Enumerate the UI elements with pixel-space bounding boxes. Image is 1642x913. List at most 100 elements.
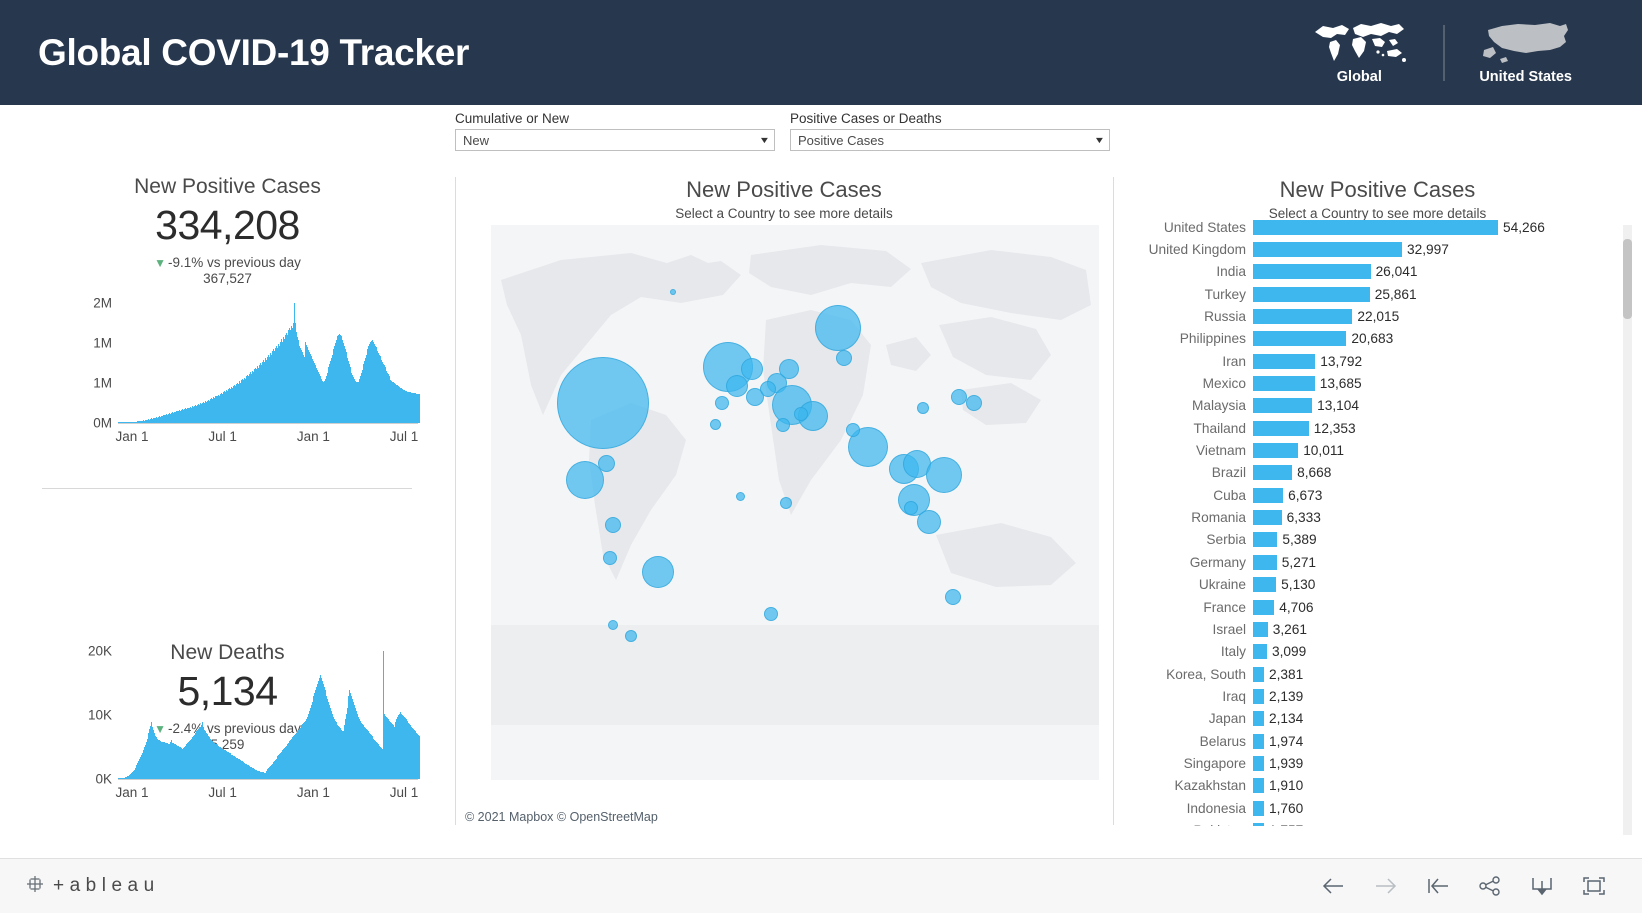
map-bubble[interactable] <box>836 350 852 366</box>
ranking-bar[interactable] <box>1253 600 1274 615</box>
ranking-row[interactable]: Belarus1,974 <box>1133 730 1613 752</box>
filter-select-positive-cases-or-deaths[interactable]: Positive Cases ▼ <box>790 129 1110 151</box>
ranking-row[interactable]: Iran13,792 <box>1133 350 1613 372</box>
ranking-scrollbar[interactable] <box>1623 225 1632 835</box>
ranking-bar[interactable] <box>1253 465 1292 480</box>
ranking-bar[interactable] <box>1253 309 1352 324</box>
ranking-row[interactable]: Pakistan1,757 <box>1133 819 1613 826</box>
map-bubble[interactable] <box>670 289 676 295</box>
ranking-row[interactable]: Indonesia1,760 <box>1133 797 1613 819</box>
ranking-bar[interactable] <box>1253 264 1371 279</box>
ranking-bar[interactable] <box>1253 510 1282 525</box>
ranking-bar[interactable] <box>1253 689 1264 704</box>
ranking-row[interactable]: Singapore1,939 <box>1133 752 1613 774</box>
map-bubble[interactable] <box>760 381 776 397</box>
tableau-logo[interactable]: +ableau <box>24 873 160 900</box>
ranking-row[interactable]: United States54,266 <box>1133 216 1613 238</box>
map-bubble[interactable] <box>794 407 808 421</box>
ranking-row[interactable]: Israel3,261 <box>1133 618 1613 640</box>
map-bubble[interactable] <box>815 305 861 351</box>
map-bubble[interactable] <box>917 402 929 414</box>
back-arrow-icon[interactable] <box>1308 866 1360 906</box>
ranking-row[interactable]: Thailand12,353 <box>1133 417 1613 439</box>
map-bubble[interactable] <box>917 510 941 534</box>
ranking-row[interactable]: India26,041 <box>1133 261 1613 283</box>
map-bubble[interactable] <box>966 395 982 411</box>
ranking-row[interactable]: Vietnam10,011 <box>1133 439 1613 461</box>
ranking-row[interactable]: United Kingdom32,997 <box>1133 238 1613 260</box>
world-bubble-map[interactable] <box>491 225 1099 780</box>
ranking-row[interactable]: Japan2,134 <box>1133 708 1613 730</box>
ranking-bar[interactable] <box>1253 711 1264 726</box>
nav-item-united-states[interactable]: United States <box>1445 20 1606 85</box>
ranking-bar[interactable] <box>1253 354 1315 369</box>
revert-icon[interactable] <box>1412 866 1464 906</box>
ranking-row[interactable]: Kazakhstan1,910 <box>1133 775 1613 797</box>
ranking-bar[interactable] <box>1253 622 1268 637</box>
ranking-row[interactable]: Turkey25,861 <box>1133 283 1613 305</box>
map-bubble[interactable] <box>625 630 637 642</box>
ranking-row[interactable]: Ukraine5,130 <box>1133 574 1613 596</box>
map-bubble[interactable] <box>598 455 615 472</box>
map-bubble[interactable] <box>904 501 918 515</box>
ranking-bar[interactable] <box>1253 778 1264 793</box>
ranking-bar[interactable] <box>1253 421 1309 436</box>
ranking-row[interactable]: Italy3,099 <box>1133 641 1613 663</box>
ranking-bar[interactable] <box>1253 220 1498 235</box>
ranking-row[interactable]: Brazil8,668 <box>1133 462 1613 484</box>
map-bubble[interactable] <box>605 517 621 533</box>
ranking-row[interactable]: Mexico13,685 <box>1133 372 1613 394</box>
ranking-row[interactable]: Serbia5,389 <box>1133 529 1613 551</box>
ranking-bar[interactable] <box>1253 287 1370 302</box>
country-bar-list[interactable]: United States54,266United Kingdom32,997I… <box>1133 216 1613 826</box>
ranking-bar[interactable] <box>1253 331 1346 346</box>
map-bubble[interactable] <box>726 375 748 397</box>
map-bubble[interactable] <box>776 418 790 432</box>
ranking-bar[interactable] <box>1253 823 1264 826</box>
ranking-bar[interactable] <box>1253 756 1264 771</box>
ranking-bar[interactable] <box>1253 644 1267 659</box>
map-bubble[interactable] <box>715 396 729 410</box>
ranking-row[interactable]: Germany5,271 <box>1133 551 1613 573</box>
scrollbar-thumb[interactable] <box>1623 239 1632 319</box>
map-bubble[interactable] <box>736 492 745 501</box>
map-bubble[interactable] <box>557 357 649 449</box>
map-bubble[interactable] <box>710 419 721 430</box>
share-icon[interactable] <box>1464 866 1516 906</box>
map-bubble[interactable] <box>779 359 799 379</box>
ranking-bar[interactable] <box>1253 555 1277 570</box>
ranking-bar[interactable] <box>1253 488 1283 503</box>
forward-arrow-icon[interactable] <box>1360 866 1412 906</box>
ranking-bar[interactable] <box>1253 242 1402 257</box>
ranking-bar[interactable] <box>1253 734 1264 749</box>
map-bubble[interactable] <box>642 556 674 588</box>
nav-item-global[interactable]: Global <box>1275 20 1443 85</box>
ranking-bar[interactable] <box>1253 443 1298 458</box>
ranking-row[interactable]: Korea, South2,381 <box>1133 663 1613 685</box>
ranking-row[interactable]: Cuba6,673 <box>1133 484 1613 506</box>
ranking-bar[interactable] <box>1253 801 1264 816</box>
map-bubble[interactable] <box>608 620 618 630</box>
ranking-row[interactable]: Romania6,333 <box>1133 506 1613 528</box>
ranking-bar[interactable] <box>1253 667 1264 682</box>
sparkline-new-positive-cases[interactable]: 2M1M1M0M Jan 1Jul 1Jan 1Jul 1 <box>0 295 455 470</box>
ranking-bar[interactable] <box>1253 398 1312 413</box>
ranking-row[interactable]: Russia22,015 <box>1133 305 1613 327</box>
map-bubble[interactable] <box>846 423 860 437</box>
map-bubble[interactable] <box>945 589 961 605</box>
map-bubble[interactable] <box>603 551 617 565</box>
ranking-row[interactable]: Malaysia13,104 <box>1133 395 1613 417</box>
ranking-bar[interactable] <box>1253 376 1315 391</box>
ranking-bar[interactable] <box>1253 532 1277 547</box>
map-bubble[interactable] <box>926 457 962 493</box>
ranking-bar[interactable] <box>1253 577 1276 592</box>
map-bubble[interactable] <box>951 389 967 405</box>
fullscreen-icon[interactable] <box>1568 866 1620 906</box>
map-bubble[interactable] <box>741 358 763 380</box>
ranking-row[interactable]: Iraq2,139 <box>1133 685 1613 707</box>
ranking-row[interactable]: France4,706 <box>1133 596 1613 618</box>
map-bubble[interactable] <box>764 607 778 621</box>
download-icon[interactable] <box>1516 866 1568 906</box>
map-bubble[interactable] <box>780 497 792 509</box>
filter-select-cumulative-or-new[interactable]: New ▼ <box>455 129 775 151</box>
